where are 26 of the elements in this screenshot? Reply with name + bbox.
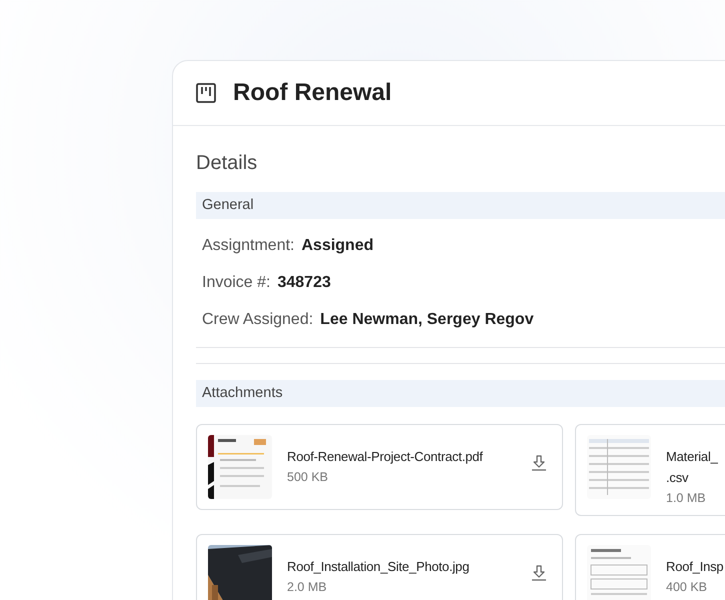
attachment-card[interactable]: Roof-Renewal-Project-Contract.pdf 500 KB (196, 424, 563, 510)
attachment-card[interactable]: Roof_Installation_Site_Photo.jpg 2.0 MB (196, 534, 563, 600)
group-header: General (196, 192, 725, 219)
file-size: 1.0 MB (666, 491, 707, 505)
field-value: 348723 (277, 274, 331, 292)
attachment-card[interactable]: Roof_Insp 400 KB (575, 534, 725, 600)
download-icon[interactable] (531, 455, 547, 471)
file-size: 500 KB (287, 470, 330, 484)
field-label: Invoice #: (202, 274, 270, 292)
field-label: Assigntment: (202, 237, 294, 255)
file-name: Material_ (666, 449, 719, 464)
field-value: Assigned (301, 237, 374, 255)
file-size: 400 KB (666, 580, 708, 594)
section-heading: Details (196, 152, 258, 175)
panel-title: Roof Renewal (233, 79, 392, 107)
file-size: 2.0 MB (287, 580, 328, 594)
download-icon[interactable] (531, 565, 547, 581)
file-name: Roof_Insp (666, 559, 724, 574)
board-icon (196, 83, 216, 103)
file-name-end: .csv (666, 470, 690, 485)
group-header: Attachments (196, 380, 725, 407)
file-name: Roof_Installation_Site_Photo.jpg (287, 559, 470, 574)
field-label: Crew Assigned: (202, 311, 314, 329)
field-value: Lee Newman, Sergey Regov (320, 311, 534, 329)
attachment-card[interactable]: Material_ .csv 1.0 MB (575, 424, 725, 516)
file-name: Roof-Renewal-Project-Contract.pdf (287, 449, 484, 464)
